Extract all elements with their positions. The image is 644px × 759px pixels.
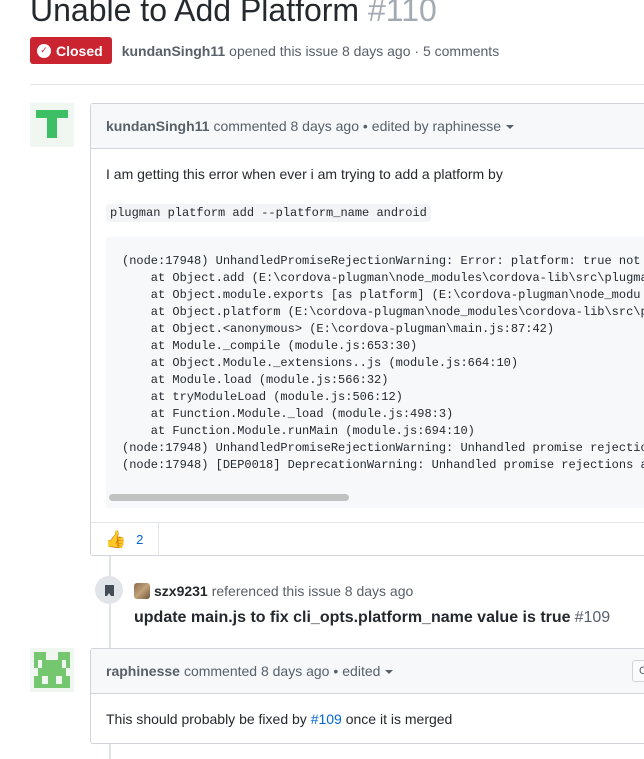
state-label: Closed: [56, 42, 103, 59]
edited-dropdown[interactable]: edited: [342, 663, 394, 679]
edited-dropdown[interactable]: edited by raphinesse: [372, 118, 514, 134]
issue-author-link[interactable]: kundanSingh11: [122, 43, 225, 59]
header-divider: [30, 84, 644, 85]
reference-event: szx9231 referenced this issue 8 days ago: [134, 583, 413, 599]
comment: raphinesse commented 8 days ago • edited…: [90, 648, 644, 744]
issue-closed-icon: ✓: [37, 43, 51, 58]
code-block[interactable]: (node:17948) UnhandledPromiseRejectionWa…: [106, 237, 644, 508]
referenced-pr-title: update main.js to fix cli_opts.platform_…: [134, 609, 571, 626]
comment: kundanSingh11 commented 8 days ago • edi…: [90, 103, 644, 556]
caret-down-icon: [506, 125, 514, 130]
state-badge: ✓ Closed: [30, 37, 112, 64]
reactions-bar: 👍 2: [91, 522, 644, 556]
comment-timestamp[interactable]: commented 8 days ago •: [184, 663, 338, 679]
bookmark-icon: [104, 584, 114, 596]
issue-opened-text: opened this issue 8 days ago · 5 comment…: [229, 42, 500, 59]
thumbs-up-reaction[interactable]: 👍 2: [91, 523, 159, 556]
comment-text: This should probably be fixed by #109 on…: [106, 711, 452, 727]
issue-meta: ✓ Closed kundanSingh11 opened this issue…: [30, 37, 499, 64]
thumbs-up-icon: 👍: [105, 530, 127, 549]
comment-timestamp[interactable]: commented 8 days ago •: [213, 118, 367, 134]
horizontal-scrollbar[interactable]: [109, 494, 349, 501]
reference-text: referenced this issue 8 days ago: [211, 583, 414, 599]
comment-author-link[interactable]: kundanSingh11: [106, 118, 209, 134]
comment-action-button[interactable]: C: [632, 660, 644, 682]
referenced-pr-link[interactable]: update main.js to fix cli_opts.platform_…: [134, 609, 610, 627]
issue-title-text: Unable to Add Platform: [30, 0, 360, 28]
error-output: (node:17948) UnhandledPromiseRejectionWa…: [122, 254, 644, 472]
avatar[interactable]: [30, 648, 74, 692]
caret-down-icon: [385, 670, 394, 675]
avatar[interactable]: [30, 103, 74, 147]
bookmark-badge: [95, 576, 123, 604]
issue-title: Unable to Add Platform #110: [30, 0, 437, 30]
comment-text-after: once it is merged: [345, 711, 453, 727]
issue-link[interactable]: #109: [311, 711, 342, 727]
referenced-pr-number: #109: [574, 609, 611, 626]
comment-text-before: This should probably be fixed by: [106, 711, 307, 727]
reaction-count: 2: [136, 532, 144, 547]
avatar[interactable]: [134, 583, 150, 599]
inline-command: plugman platform add --platform_name and…: [106, 204, 431, 222]
comment-text: I am getting this error when ever i am t…: [106, 166, 503, 182]
reference-user-link[interactable]: szx9231: [154, 583, 208, 599]
comment-author-link[interactable]: raphinesse: [106, 663, 180, 679]
edited-label: edited by raphinesse: [371, 118, 501, 134]
comment-header: kundanSingh11 commented 8 days ago • edi…: [91, 104, 644, 149]
comment-header: raphinesse commented 8 days ago • edited…: [91, 649, 644, 694]
edited-label: edited: [342, 663, 381, 679]
issue-number: #110: [367, 0, 437, 28]
